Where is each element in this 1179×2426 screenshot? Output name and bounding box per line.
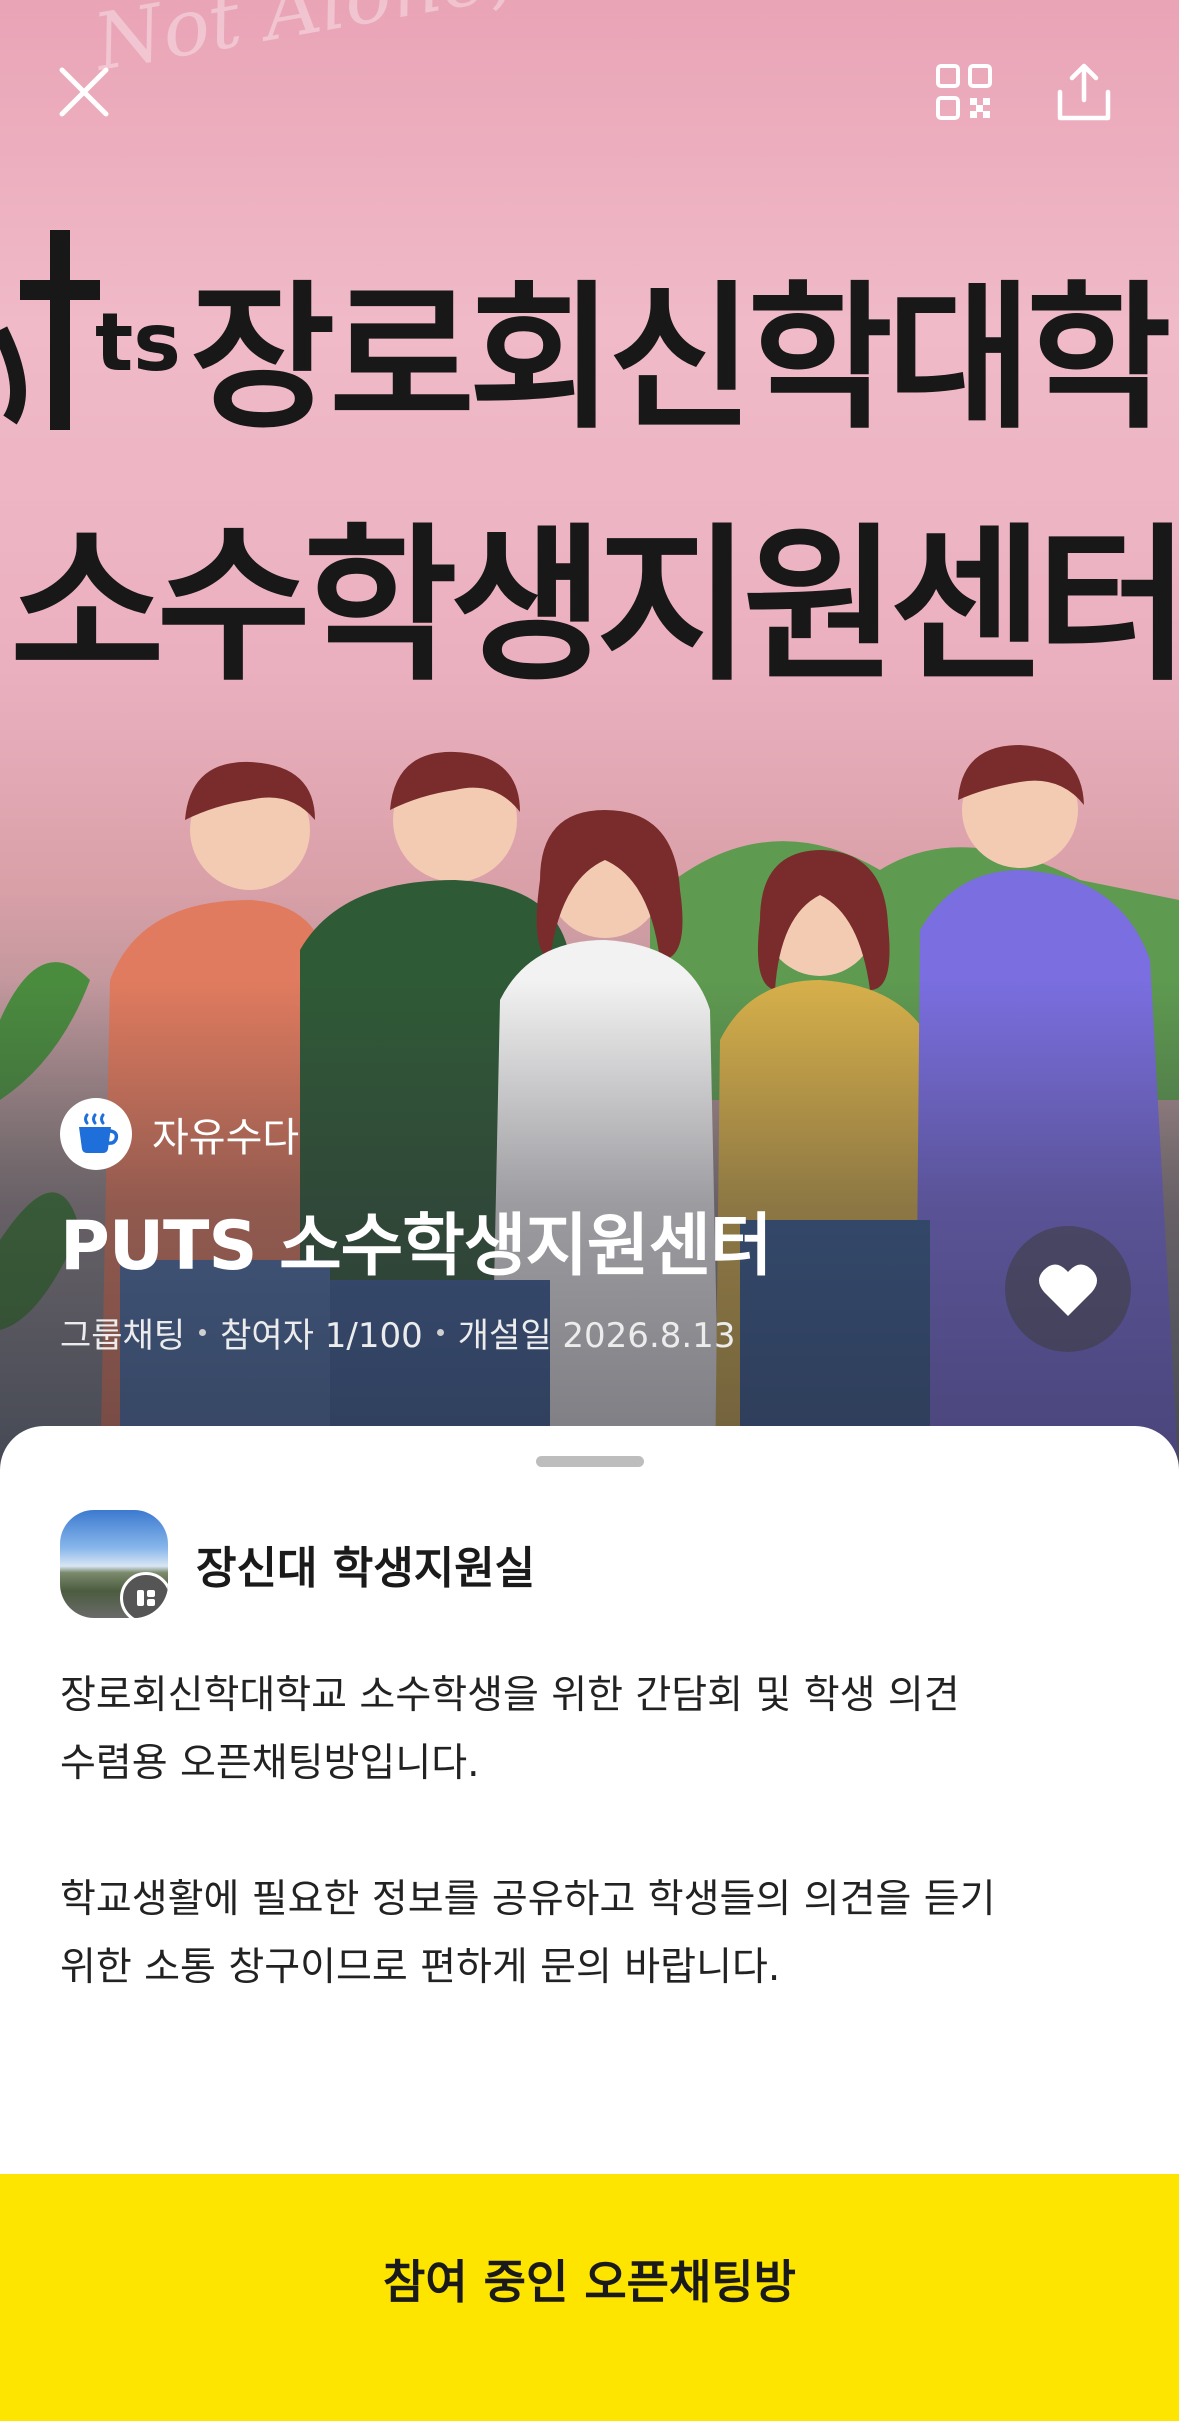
join-button-label: 참여 중인 오픈채팅방 <box>383 2255 796 2309</box>
category-label: 자유수다 <box>152 1115 300 1161</box>
category-tag: 자유수다 <box>60 1098 299 1170</box>
participant-count: 참여자 1/100 <box>220 1316 423 1356</box>
banner-title-line1: 장로회신학대학 <box>190 267 1172 451</box>
heart-icon <box>1039 1264 1097 1316</box>
close-icon <box>59 67 109 117</box>
join-chat-button[interactable]: 참여 중인 오픈채팅방 <box>0 2174 1179 2421</box>
sheet-handle[interactable] <box>536 1456 644 1467</box>
opened-date: 개설일 2026.8.13 <box>457 1316 736 1356</box>
svg-text:ts: ts <box>95 296 181 389</box>
share-icon <box>1057 63 1111 121</box>
qr-code-button[interactable] <box>932 60 996 124</box>
like-button[interactable] <box>1005 1226 1131 1352</box>
cover-image: Not Alone, But Together! ts <box>0 0 1179 1480</box>
share-button[interactable] <box>1052 60 1116 124</box>
puts-logo: ts <box>0 230 181 430</box>
room-description: 장로회신학대학교 소수학생을 위한 간담회 및 학생 의견 수렴용 오픈채팅방입… <box>60 1673 996 1990</box>
qr-code-icon <box>936 64 992 120</box>
owner-profile[interactable]: 장신대 학생지원실 <box>60 1510 535 1618</box>
banner-title-line2: 소수학생지원센터 <box>10 508 1179 704</box>
close-button[interactable] <box>52 60 116 124</box>
chat-type: 그룹채팅 <box>60 1316 186 1356</box>
profile-badge-icon <box>120 1572 168 1618</box>
coffee-cup-icon <box>60 1098 132 1170</box>
room-title: PUTS 소수학생지원센터 <box>60 1207 773 1286</box>
separator-dot <box>436 1329 444 1336</box>
owner-avatar <box>60 1510 168 1618</box>
room-meta: 그룹채팅 참여자 1/100 개설일 2026.8.13 <box>60 1308 735 1357</box>
separator-dot <box>199 1329 207 1336</box>
owner-name: 장신대 학생지원실 <box>196 1543 536 1594</box>
